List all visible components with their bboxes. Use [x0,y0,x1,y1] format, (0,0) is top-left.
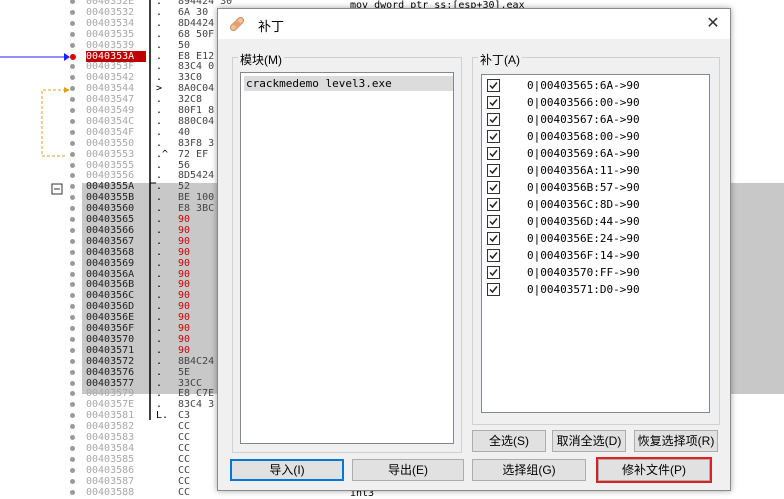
checkbox-checked-icon[interactable] [487,181,500,194]
checkbox-checked-icon[interactable] [487,113,500,126]
patch-dialog: 补丁 ✕ 模块(M) crackmedemo level3.exe 补丁(A) … [217,8,731,491]
patch-text: 0|00403567:6A->90 [527,113,640,126]
close-button[interactable]: ✕ [702,13,724,35]
dialog-title: 补丁 [258,19,285,34]
select-group-button[interactable]: 选择组(G) [472,459,586,481]
checkbox-checked-icon[interactable] [487,198,500,211]
checkbox-checked-icon[interactable] [487,283,500,296]
patch-text: 0|0040356E:24->90 [527,232,640,245]
restore-selection-button[interactable]: 恢复选择项(R) [634,430,718,452]
patch-text: 0|0040356F:14->90 [527,249,640,262]
patch-text: 0|0040356C:8D->90 [527,198,640,211]
patch-item[interactable]: 0|00403567:6A->90 [485,111,705,128]
module-item[interactable]: crackmedemo level3.exe [244,76,453,91]
patch-text: 0|00403571:D0->90 [527,283,640,296]
patch-item[interactable]: 0|0040356C:8D->90 [485,196,705,213]
checkbox-checked-icon[interactable] [487,164,500,177]
patch-item[interactable]: 0|0040356E:24->90 [485,230,705,247]
bandage-icon [229,16,245,32]
patch-text: 0|0040356D:44->90 [527,215,640,228]
dialog-titlebar: 补丁 ✕ [218,9,730,39]
patch-item[interactable]: 0|00403565:6A->90 [485,77,705,94]
checkbox-checked-icon[interactable] [487,79,500,92]
patches-label: 补丁(A) [478,51,522,68]
patches-list[interactable]: 0|00403565:6A->90 0|00403566:00->90 0|0040… [481,74,710,413]
checkbox-checked-icon[interactable] [487,96,500,109]
patch-text: 0|00403568:00->90 [527,130,640,143]
select-all-button[interactable]: 全选(S) [472,430,546,452]
patch-item[interactable]: 0|00403571:D0->90 [485,281,705,298]
patch-text: 0|0040356A:11->90 [527,164,640,177]
patch-text: 0|00403570:FF->90 [527,266,640,279]
patch-text: 0|00403565:6A->90 [527,79,640,92]
checkbox-checked-icon[interactable] [487,130,500,143]
patch-text: 0|00403569:6A->90 [527,147,640,160]
patch-item[interactable]: 0|0040356B:57->90 [485,179,705,196]
highlight-box [596,457,712,483]
modules-list[interactable]: crackmedemo level3.exe [240,72,454,444]
checkbox-checked-icon[interactable] [487,266,500,279]
patch-item[interactable]: 0|00403566:00->90 [485,94,705,111]
patch-text: 0|0040356B:57->90 [527,181,640,194]
import-button[interactable]: 导入(I) [230,459,344,481]
checkbox-checked-icon[interactable] [487,215,500,228]
patch-item[interactable]: 0|0040356D:44->90 [485,213,705,230]
checkbox-checked-icon[interactable] [487,147,500,160]
patch-item[interactable]: 0|00403569:6A->90 [485,145,705,162]
checkbox-checked-icon[interactable] [487,232,500,245]
patch-text: 0|00403566:00->90 [527,96,640,109]
deselect-all-button[interactable]: 取消全选(D) [552,430,626,452]
patch-item[interactable]: 0|00403570:FF->90 [485,264,705,281]
patch-item[interactable]: 0|0040356F:14->90 [485,247,705,264]
export-button[interactable]: 导出(E) [352,459,464,481]
checkbox-checked-icon[interactable] [487,249,500,262]
patch-item[interactable]: 0|0040356A:11->90 [485,162,705,179]
patch-item[interactable]: 0|00403568:00->90 [485,128,705,145]
modules-label: 模块(M) [238,51,284,68]
